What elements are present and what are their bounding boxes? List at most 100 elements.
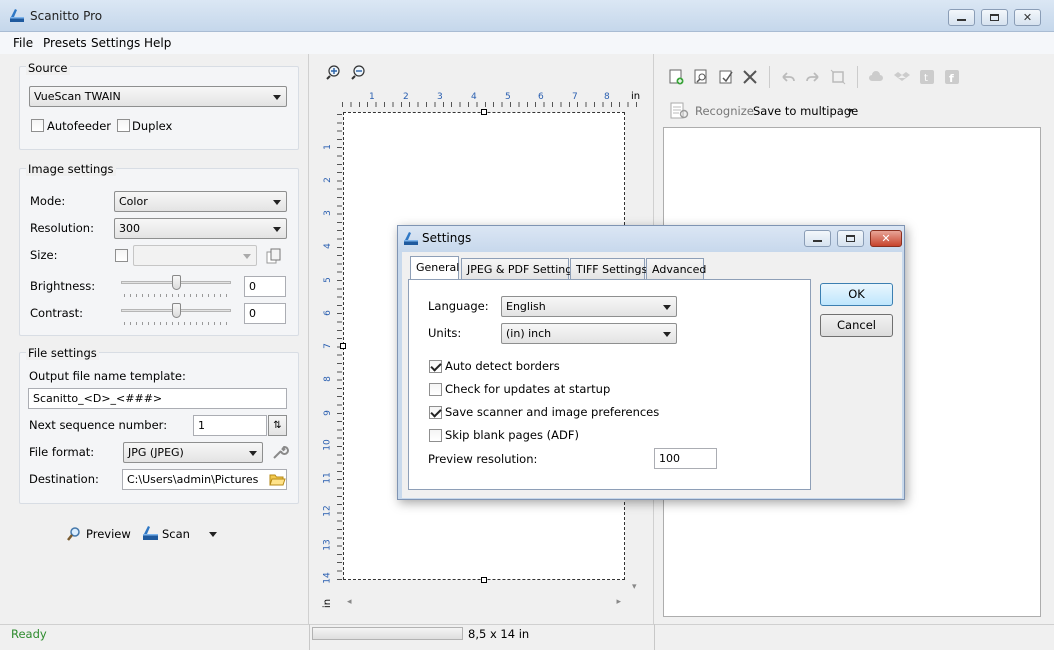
contrast-ticks [124, 322, 230, 325]
contrast-input[interactable]: 0 [244, 303, 286, 324]
minimize-button[interactable] [948, 9, 975, 26]
custom-size-icon[interactable] [266, 248, 282, 264]
facebook-icon[interactable]: f [944, 69, 960, 85]
crop-handle-bottom[interactable] [481, 577, 487, 583]
tab-advanced[interactable]: Advanced [646, 258, 706, 279]
preview-h-scrollbar[interactable]: ◂ ▸ [343, 595, 625, 610]
resolution-select-value: 300 [119, 222, 140, 235]
device-select[interactable]: VueScan TWAIN [29, 86, 287, 107]
vertical-ruler-ticks [337, 114, 342, 584]
file-format-select-value: JPG (JPEG) [128, 446, 184, 459]
ok-button[interactable]: OK [820, 283, 893, 306]
recognize-icon [670, 102, 689, 119]
dialog-close-button[interactable]: ✕ [870, 230, 902, 247]
ruler-v-10: 10 [322, 439, 333, 451]
brightness-input[interactable]: 0 [244, 276, 286, 297]
destination-value: C:\Users\admin\Pictures [127, 473, 259, 486]
crop-handle-top[interactable] [481, 109, 487, 115]
undo-icon[interactable] [780, 69, 796, 85]
menu-help[interactable]: Help [144, 36, 171, 50]
menu-file[interactable]: File [13, 36, 33, 50]
ruler-v-14: 14 [322, 572, 333, 584]
horizontal-ruler: 1 2 3 4 5 6 7 8 in [322, 88, 642, 108]
size-checkbox[interactable] [115, 249, 128, 262]
maximize-button[interactable] [981, 9, 1008, 26]
size-select[interactable] [133, 245, 257, 266]
scroll-down-icon[interactable]: ▾ [632, 582, 637, 592]
edit-page-icon[interactable] [718, 69, 734, 85]
crop-handle-left[interactable] [340, 343, 346, 349]
cloud-icon[interactable] [868, 69, 884, 85]
status-divider [654, 624, 655, 650]
cancel-button[interactable]: Cancel [820, 314, 893, 337]
autofeeder-checkbox[interactable] [31, 119, 44, 132]
ruler-v-5: 5 [322, 277, 333, 283]
dialog-minimize-button[interactable] [804, 230, 831, 247]
wrench-icon[interactable] [271, 443, 289, 461]
ruler-v-unit-label: in [322, 598, 334, 609]
skip-blank-pages-checkbox[interactable] [429, 429, 442, 442]
menu-presets[interactable]: Presets [43, 36, 87, 50]
zoom-in-icon[interactable] [326, 64, 342, 80]
save-multipage-dropdown-icon[interactable] [847, 109, 853, 113]
preview-resolution-input[interactable]: 100 [654, 448, 717, 469]
scroll-right-icon[interactable]: ▸ [616, 597, 621, 607]
scanner-app-icon [404, 232, 418, 245]
check-updates-checkbox[interactable] [429, 383, 442, 396]
image-settings-label: Image settings [26, 162, 116, 176]
ruler-v-6: 6 [322, 310, 333, 316]
tab-jpeg-pdf-settings[interactable]: JPEG & PDF Settings [461, 258, 578, 279]
twitter-icon[interactable]: t [919, 69, 935, 85]
sequence-spinner-icon[interactable]: ⇅ [268, 415, 287, 436]
contrast-slider-thumb[interactable] [172, 303, 181, 318]
sequence-input[interactable]: 1 [193, 415, 267, 436]
file-format-select[interactable]: JPG (JPEG) [123, 442, 263, 463]
units-select[interactable]: (in) inch [501, 323, 677, 344]
save-multipage-button[interactable]: Save to multipage [753, 104, 858, 118]
mode-select[interactable]: Color [114, 191, 287, 212]
duplex-label: Duplex [132, 119, 173, 133]
ruler-v-4: 4 [322, 243, 333, 249]
redo-icon[interactable] [805, 69, 821, 85]
ruler-v-13: 13 [322, 539, 333, 551]
template-input[interactable]: Scanitto_<D>_<###> [28, 388, 287, 409]
chevron-down-icon [663, 305, 671, 310]
language-select[interactable]: English [501, 296, 677, 317]
window-title: Scanitto Pro [30, 9, 103, 23]
tab-tiff-settings[interactable]: TIFF Settings [570, 258, 647, 279]
status-text: Ready [11, 627, 47, 641]
ruler-v-9: 9 [322, 410, 333, 416]
chevron-down-icon [273, 200, 281, 205]
ruler-h-3: 3 [437, 92, 443, 102]
ruler-v-1: 1 [322, 144, 333, 150]
ruler-h-7: 7 [572, 92, 578, 102]
menu-settings[interactable]: Settings [91, 36, 140, 50]
file-format-label: File format: [29, 445, 95, 459]
close-button[interactable]: ✕ [1014, 9, 1041, 26]
dropbox-icon[interactable] [894, 69, 910, 85]
destination-input[interactable]: C:\Users\admin\Pictures [122, 469, 287, 490]
recognize-button[interactable]: Recognize [695, 104, 754, 118]
destination-label: Destination: [29, 472, 99, 486]
crop-icon[interactable] [830, 69, 846, 85]
view-page-icon[interactable] [693, 69, 709, 85]
preview-resolution-label: Preview resolution: [428, 452, 538, 466]
folder-open-icon[interactable] [269, 472, 286, 487]
tab-general[interactable]: General [410, 256, 459, 280]
units-select-value: (in) inch [506, 327, 552, 340]
scan-dropdown-arrow-icon[interactable] [209, 532, 217, 537]
preview-button[interactable]: Preview [86, 527, 131, 541]
scan-button[interactable]: Scan [162, 527, 190, 541]
dialog-maximize-button[interactable] [837, 230, 864, 247]
ruler-v-8: 8 [322, 376, 333, 382]
zoom-out-icon[interactable] [351, 64, 367, 80]
delete-icon[interactable] [742, 69, 758, 85]
duplex-checkbox[interactable] [117, 119, 130, 132]
save-preferences-checkbox[interactable] [429, 406, 442, 419]
units-label: Units: [428, 326, 462, 340]
auto-detect-borders-checkbox[interactable] [429, 360, 442, 373]
add-page-icon[interactable] [668, 69, 684, 85]
resolution-select[interactable]: 300 [114, 218, 287, 239]
brightness-slider-thumb[interactable] [172, 275, 181, 290]
scroll-left-icon[interactable]: ◂ [347, 597, 352, 607]
